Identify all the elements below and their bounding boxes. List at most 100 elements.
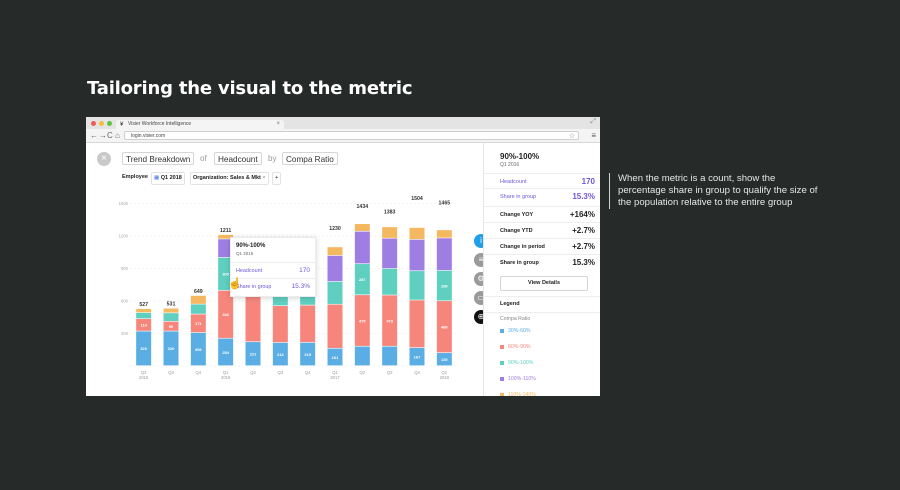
bar-segment-label: 171: [195, 321, 202, 326]
bar-segment-label: 161: [332, 355, 339, 360]
tooltip-period: Q1 2016: [236, 251, 254, 256]
bar-segment: [136, 312, 152, 319]
bar-tooltip: 90%-100% Q1 2016 Headcount 170 Share in …: [230, 237, 316, 297]
legend-item[interactable]: 90%-100%: [500, 360, 533, 366]
bar-segment-label: 306: [195, 347, 202, 352]
visier-app: × Trend Breakdown of Headcount by Compa …: [86, 143, 600, 396]
bar-total-label: 1211: [220, 228, 231, 234]
panel-metric-share-in-group: Share in group 15.3%: [484, 254, 600, 270]
slide-title: Tailoring the visual to the metric: [87, 78, 413, 99]
x-tick-label: Q2: [250, 370, 256, 375]
resize-icon[interactable]: ⤢: [590, 118, 596, 126]
y-tick-label: 300: [121, 331, 129, 336]
legend-item[interactable]: 110%-140%: [500, 392, 536, 396]
x-tick-label: Q3: [278, 370, 284, 375]
panel-metric-label: Change YTD: [500, 228, 533, 234]
bookmark-star-icon[interactable]: ☆: [569, 132, 575, 141]
panel-metric-change-yoy: Change YOY +164%: [484, 206, 600, 222]
side-note: When the metric is a count, show the per…: [609, 173, 823, 209]
bar-segment-label: 120: [441, 357, 448, 362]
browser-menu-icon[interactable]: ≡: [591, 130, 596, 141]
x-tick-label: Q4: [196, 370, 202, 375]
bar-segment: [382, 268, 398, 295]
panel-period: Q1 2016: [500, 162, 520, 168]
bar-segment: [272, 306, 288, 343]
x-tick-year-label: 2015: [139, 375, 149, 380]
panel-metric-value: +164%: [569, 210, 595, 219]
bar-segment: [327, 281, 343, 304]
panel-row-headcount: Headcount 170: [484, 173, 600, 189]
legend-item[interactable]: 60%-90%: [500, 344, 531, 350]
bar-segment-label: 320: [140, 346, 147, 351]
legend-label: 90%-100%: [508, 360, 534, 366]
forward-icon[interactable]: →: [99, 130, 107, 141]
maximize-window-icon[interactable]: [107, 121, 112, 126]
close-window-icon[interactable]: [91, 121, 96, 126]
bar-total-label: 531: [167, 302, 176, 308]
panel-divider: [484, 296, 600, 297]
legend-swatch: [500, 392, 504, 396]
hand-cursor-icon: ☝: [228, 278, 242, 290]
bar-segment: [409, 271, 425, 300]
legend-item[interactable]: 30%-60%: [500, 328, 531, 334]
bar-segment-label: 305: [222, 272, 229, 277]
close-tab-icon[interactable]: ×: [276, 120, 280, 129]
details-panel: 90%-100% Q1 2016 Headcount 170 Share in …: [483, 143, 600, 396]
y-tick-label: 600: [121, 299, 129, 304]
tab-title: Visier Workforce Intelligence: [128, 121, 192, 127]
bar-segment-label: 280: [441, 283, 448, 288]
bar-segment: [163, 308, 179, 313]
bar-segment: [436, 230, 452, 238]
bar-segment: [327, 304, 343, 348]
view-details-button[interactable]: View Details: [500, 276, 588, 291]
bar-total-label: 1230: [329, 226, 341, 232]
panel-metric-label: Change in period: [500, 244, 545, 250]
back-icon[interactable]: ←: [90, 130, 98, 141]
bar-segment: [190, 304, 206, 314]
legend-swatch: [500, 376, 504, 381]
minimize-window-icon[interactable]: [99, 121, 104, 126]
bar-total-label: 527: [139, 302, 148, 308]
bar-total-label: 649: [194, 289, 203, 295]
panel-metric-value: 15.3%: [572, 258, 595, 267]
bar-segment-label: 480: [441, 325, 448, 330]
x-tick-label: Q4: [305, 370, 311, 375]
panel-metric-value: +2.7%: [572, 242, 595, 251]
bar-segment: [190, 295, 206, 304]
x-tick-label: Q4: [414, 370, 420, 375]
legend-item[interactable]: 100%-110%: [500, 376, 536, 382]
bar-segment: [300, 305, 316, 343]
bar-total-label: 1383: [384, 209, 396, 215]
x-tick-label: Q3: [168, 370, 174, 375]
tooltip-row-value: 170: [299, 267, 310, 274]
tooltip-title: 90%-100%: [236, 243, 266, 249]
y-tick-label: 1200: [119, 234, 129, 239]
legend-group-label: Compa Ratio: [500, 316, 531, 322]
panel-row-label: Headcount: [500, 179, 527, 185]
bar-total-label: 1465: [439, 200, 451, 206]
legend-label: 110%-140%: [508, 392, 536, 396]
x-tick-year-label: 2016: [221, 375, 231, 380]
url-field[interactable]: login.visier.com ☆: [124, 131, 579, 140]
bar-segment-label: 214: [277, 352, 284, 357]
bar-segment: [136, 308, 152, 313]
bar-segment-label: 254: [222, 350, 229, 355]
browser-tab[interactable]: ¥ Visier Workforce Intelligence ×: [116, 120, 284, 129]
x-tick-year-label: 2017: [330, 375, 340, 380]
bar-segment: [409, 227, 425, 240]
reload-icon[interactable]: C: [107, 130, 113, 141]
panel-row-share-in-group: Share in group 15.3%: [484, 188, 600, 204]
bar-segment-label: 90: [169, 324, 174, 329]
x-tick-label: Q3: [387, 370, 393, 375]
panel-metric-label: Change YOY: [500, 212, 534, 218]
bar-segment-label: 473: [386, 318, 393, 323]
home-icon[interactable]: ⌂: [115, 130, 120, 141]
legend-title: Legend: [500, 301, 520, 307]
bar-segment: [382, 227, 398, 238]
panel-row-label: Share in group: [500, 194, 537, 200]
panel-metric-label: Share in group: [500, 260, 539, 266]
panel-title: 90%-100%: [500, 152, 540, 161]
address-bar: ← → C ⌂ login.visier.com ☆ ≡: [86, 129, 600, 143]
bar-segment: [354, 231, 370, 264]
bar-segment: [354, 223, 370, 231]
